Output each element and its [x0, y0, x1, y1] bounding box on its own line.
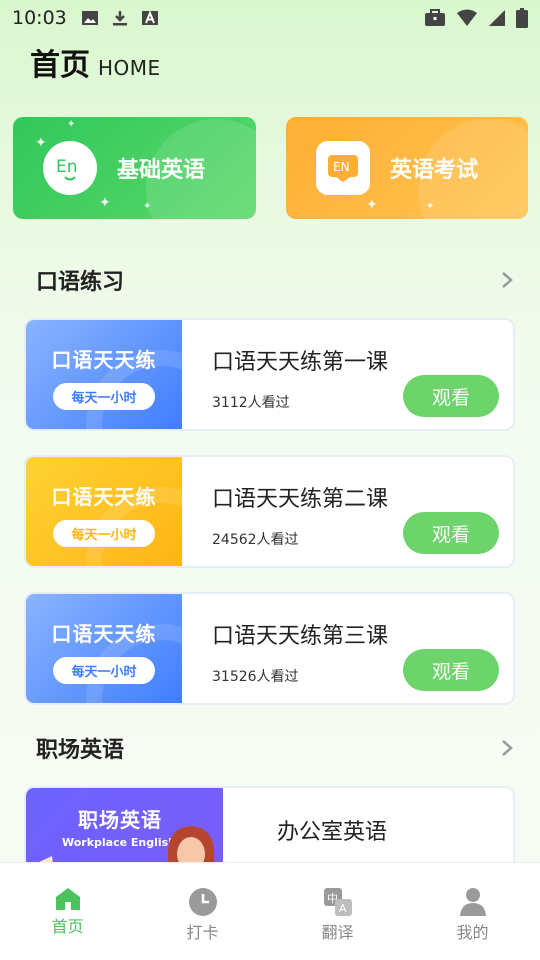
speaking-section-title: 口语练习 [36, 270, 125, 295]
watch-button[interactable]: 观看 [403, 512, 499, 554]
nav-home-label: 首页 [51, 917, 84, 936]
lesson-views: 31526人看过 [212, 669, 299, 685]
lesson-thumbnail: 口语天天练 每天一小时 [26, 320, 182, 429]
thumb-pill: 每天一小时 [53, 382, 155, 410]
en-book-icon: EN [316, 141, 370, 195]
page-title: 首页 HOME [30, 40, 161, 84]
bottom-nav: 首页 打卡 中A 翻译 我的 [0, 862, 540, 960]
lesson-views: 3112人看过 [212, 395, 290, 411]
lesson-thumbnail: 口语天天练 每天一小时 [26, 594, 182, 703]
page-title-zh: 首页 [30, 48, 90, 83]
thumb-pill: 每天一小时 [53, 519, 155, 547]
lesson-thumbnail: 口语天天练 每天一小时 [26, 457, 182, 566]
svg-text:En: En [56, 157, 78, 177]
nav-profile-label: 我的 [456, 923, 489, 942]
home-icon [55, 888, 80, 910]
svg-text:A: A [339, 902, 347, 915]
lesson-card-2[interactable]: 口语天天练 每天一小时 口语天天练第二课 24562人看过 观看 [24, 455, 515, 568]
nav-checkin[interactable]: 打卡 [135, 863, 270, 960]
translate-icon: 中A [323, 888, 352, 916]
basic-english-label: 基础英语 [117, 158, 206, 183]
lesson-card-1[interactable]: 口语天天练 每天一小时 口语天天练第一课 3112人看过 观看 [24, 318, 515, 431]
page-title-en: HOME [98, 56, 161, 80]
lesson-name: 口语天天练第三课 [212, 624, 389, 649]
lesson-views: 24562人看过 [212, 532, 299, 548]
nav-translate-label: 翻译 [321, 923, 354, 942]
nav-checkin-label: 打卡 [186, 923, 219, 942]
battery-icon [516, 8, 528, 28]
download-icon [112, 11, 127, 26]
thumb-title: 口语天天练 [51, 347, 157, 372]
workplace-thumb-title: 职场英语 [78, 808, 162, 832]
watch-button[interactable]: 观看 [403, 649, 499, 691]
workplace-section-header[interactable]: 职场英语 [36, 732, 514, 764]
status-bar: 10:03 [0, 0, 540, 36]
lesson-name: 口语天天练第一课 [212, 350, 389, 375]
english-exam-card[interactable]: ✦ ✦ EN 英语考试 [286, 117, 528, 219]
watch-button[interactable]: 观看 [403, 375, 499, 417]
workplace-section-title: 职场英语 [36, 738, 125, 763]
nav-profile[interactable]: 我的 [405, 863, 540, 960]
svg-text:EN: EN [333, 160, 350, 174]
basic-english-card[interactable]: ✦ ✦ ✦ ✦ En 基础英语 [13, 117, 256, 219]
status-time: 10:03 [12, 7, 67, 29]
font-a-icon [141, 10, 158, 25]
speaking-section-header[interactable]: 口语练习 [36, 264, 514, 296]
lesson-name: 口语天天练第二课 [212, 487, 389, 512]
thumb-title: 口语天天练 [51, 621, 157, 646]
chevron-right-icon[interactable] [500, 271, 514, 289]
workplace-course-name: 办公室英语 [277, 820, 388, 845]
chevron-right-icon[interactable] [500, 739, 514, 757]
nav-translate[interactable]: 中A 翻译 [270, 863, 405, 960]
thumb-pill: 每天一小时 [53, 656, 155, 684]
user-icon [459, 888, 486, 916]
clock-icon [188, 888, 217, 916]
lesson-card-3[interactable]: 口语天天练 每天一小时 口语天天练第三课 31526人看过 观看 [24, 592, 515, 705]
en-bubble-icon: En [43, 141, 97, 195]
english-exam-label: 英语考试 [390, 158, 479, 183]
nav-home[interactable]: 首页 [0, 863, 135, 960]
briefcase-icon [425, 9, 445, 26]
image-icon [81, 11, 98, 25]
signal-icon [489, 10, 505, 26]
thumb-title: 口语天天练 [51, 484, 157, 509]
wifi-icon [457, 9, 477, 26]
